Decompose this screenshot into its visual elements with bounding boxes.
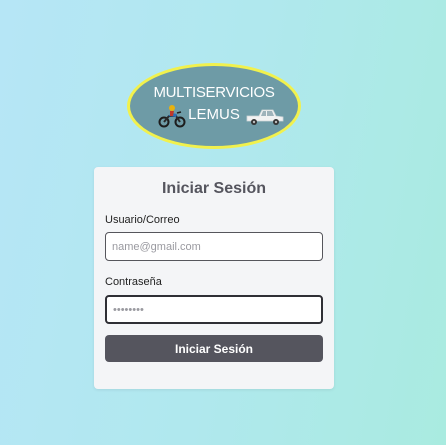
user-email-input[interactable] bbox=[105, 232, 323, 261]
pickup-truck-icon bbox=[246, 109, 284, 125]
password-label: Contraseña bbox=[105, 276, 162, 288]
login-title: Iniciar Sesión bbox=[161, 180, 267, 197]
login-card: Iniciar Sesión Usuario/Correo Contraseña… bbox=[94, 167, 334, 389]
user-label: Usuario/Correo bbox=[105, 214, 180, 226]
password-input[interactable] bbox=[105, 295, 323, 324]
login-button[interactable]: Iniciar Sesión bbox=[105, 335, 323, 362]
brand-logo: MULTISERVICIOS LEMUS bbox=[127, 63, 301, 149]
logo-title: MULTISERVICIOS bbox=[153, 84, 275, 101]
